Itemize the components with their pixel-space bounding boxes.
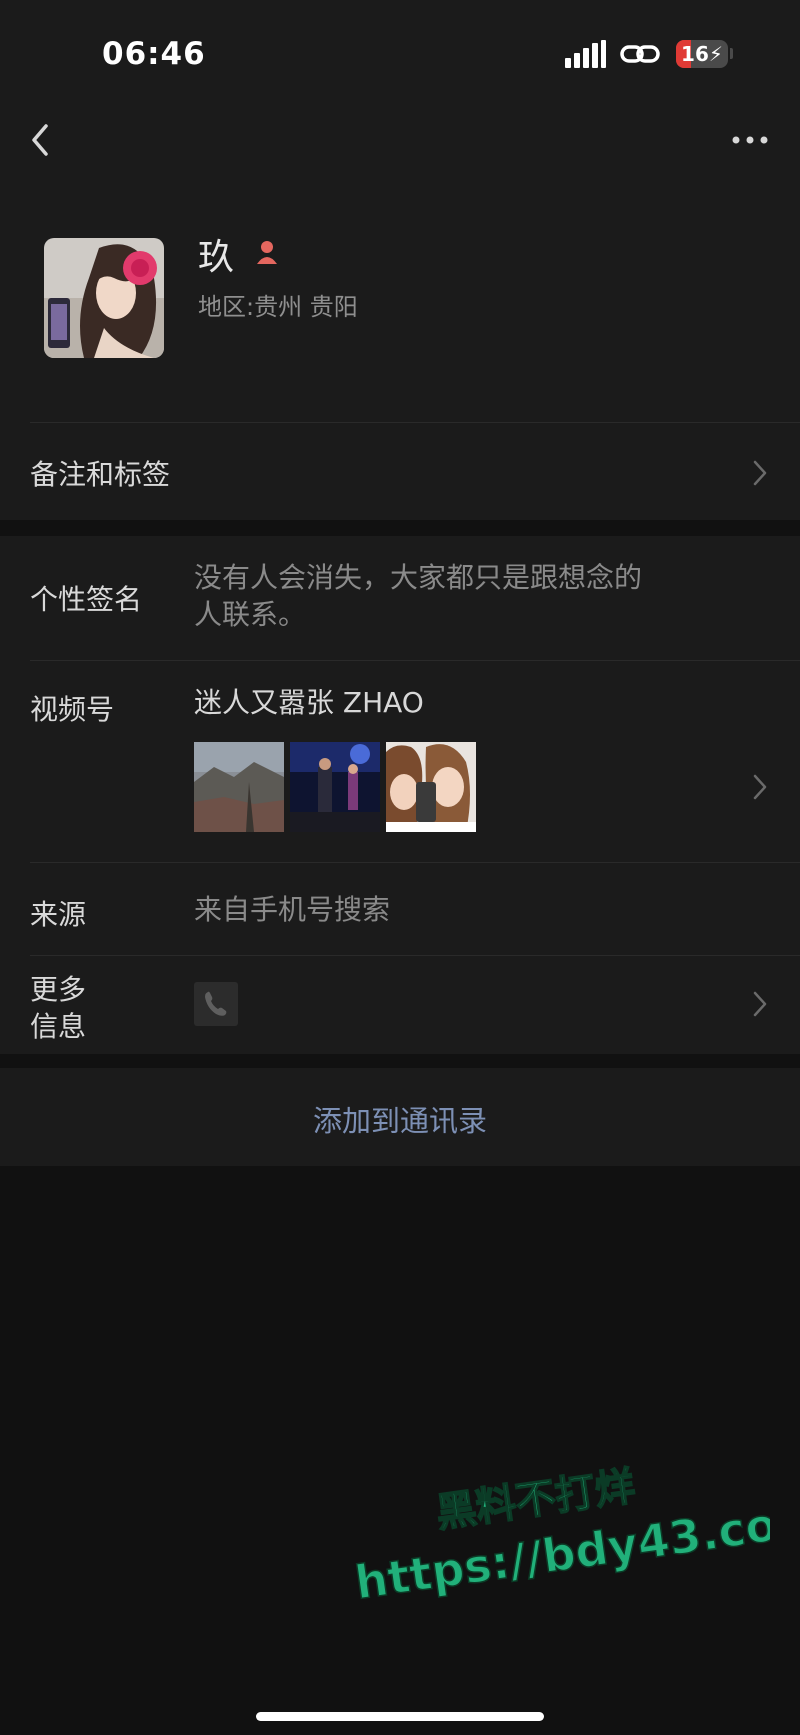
watermark: 黑料不打烊 https://bdy43.co [351, 1463, 770, 1611]
chevron-left-icon[interactable] [26, 120, 56, 160]
phone-icon [194, 982, 238, 1026]
signature-line-1: 没有人会消失，大家都只是跟想念的 [194, 561, 643, 594]
more-info-label-line-1[interactable]: 更多 [30, 968, 86, 1008]
more-info-label-line-2[interactable]: 信息 [30, 1005, 86, 1045]
divider [30, 422, 800, 423]
battery-tip [730, 48, 733, 59]
home-indicator[interactable] [256, 1712, 544, 1721]
chevron-right-icon[interactable] [752, 990, 768, 1018]
channel-thumbnail-stage[interactable] [290, 742, 380, 832]
channel-thumbnail-landscape[interactable] [194, 742, 284, 832]
source-label: 来源 [30, 898, 87, 931]
signature-line-2: 人联系。 [194, 598, 307, 631]
battery-level: 16⚡ [681, 42, 723, 66]
source-value: 来自手机号搜索 [194, 893, 391, 926]
chevron-right-icon[interactable] [752, 459, 768, 487]
channels-name[interactable]: 迷人又嚣张 ZHAO [194, 684, 424, 722]
avatar[interactable] [44, 238, 164, 358]
divider [30, 955, 800, 956]
female-icon [257, 241, 277, 264]
add-to-contacts-button[interactable]: 添加到通讯录 [0, 1068, 800, 1166]
signal-icon [565, 40, 607, 68]
chevron-right-icon[interactable] [752, 773, 768, 801]
divider [30, 660, 800, 661]
remark-tags-label[interactable]: 备注和标签 [30, 453, 170, 493]
channels-label: 视频号 [30, 693, 115, 726]
more-icon[interactable] [730, 128, 770, 152]
add-to-contacts-label: 添加到通讯录 [312, 1104, 487, 1138]
status-time: 06:46 [102, 36, 206, 72]
profile-name: 玖 [198, 237, 235, 278]
status-bar: 06:46 16⚡ [0, 0, 800, 100]
divider [30, 862, 800, 863]
profile-region: 地区:贵州 贵阳 [198, 287, 358, 322]
region-value: 贵州 贵阳 [254, 293, 358, 321]
battery-icon: 16⚡ [676, 40, 728, 68]
signature-label: 个性签名 [30, 583, 143, 616]
region-label: 地区: [198, 293, 255, 321]
channel-thumbnail-selfie[interactable] [386, 742, 476, 832]
link-icon [620, 45, 660, 63]
